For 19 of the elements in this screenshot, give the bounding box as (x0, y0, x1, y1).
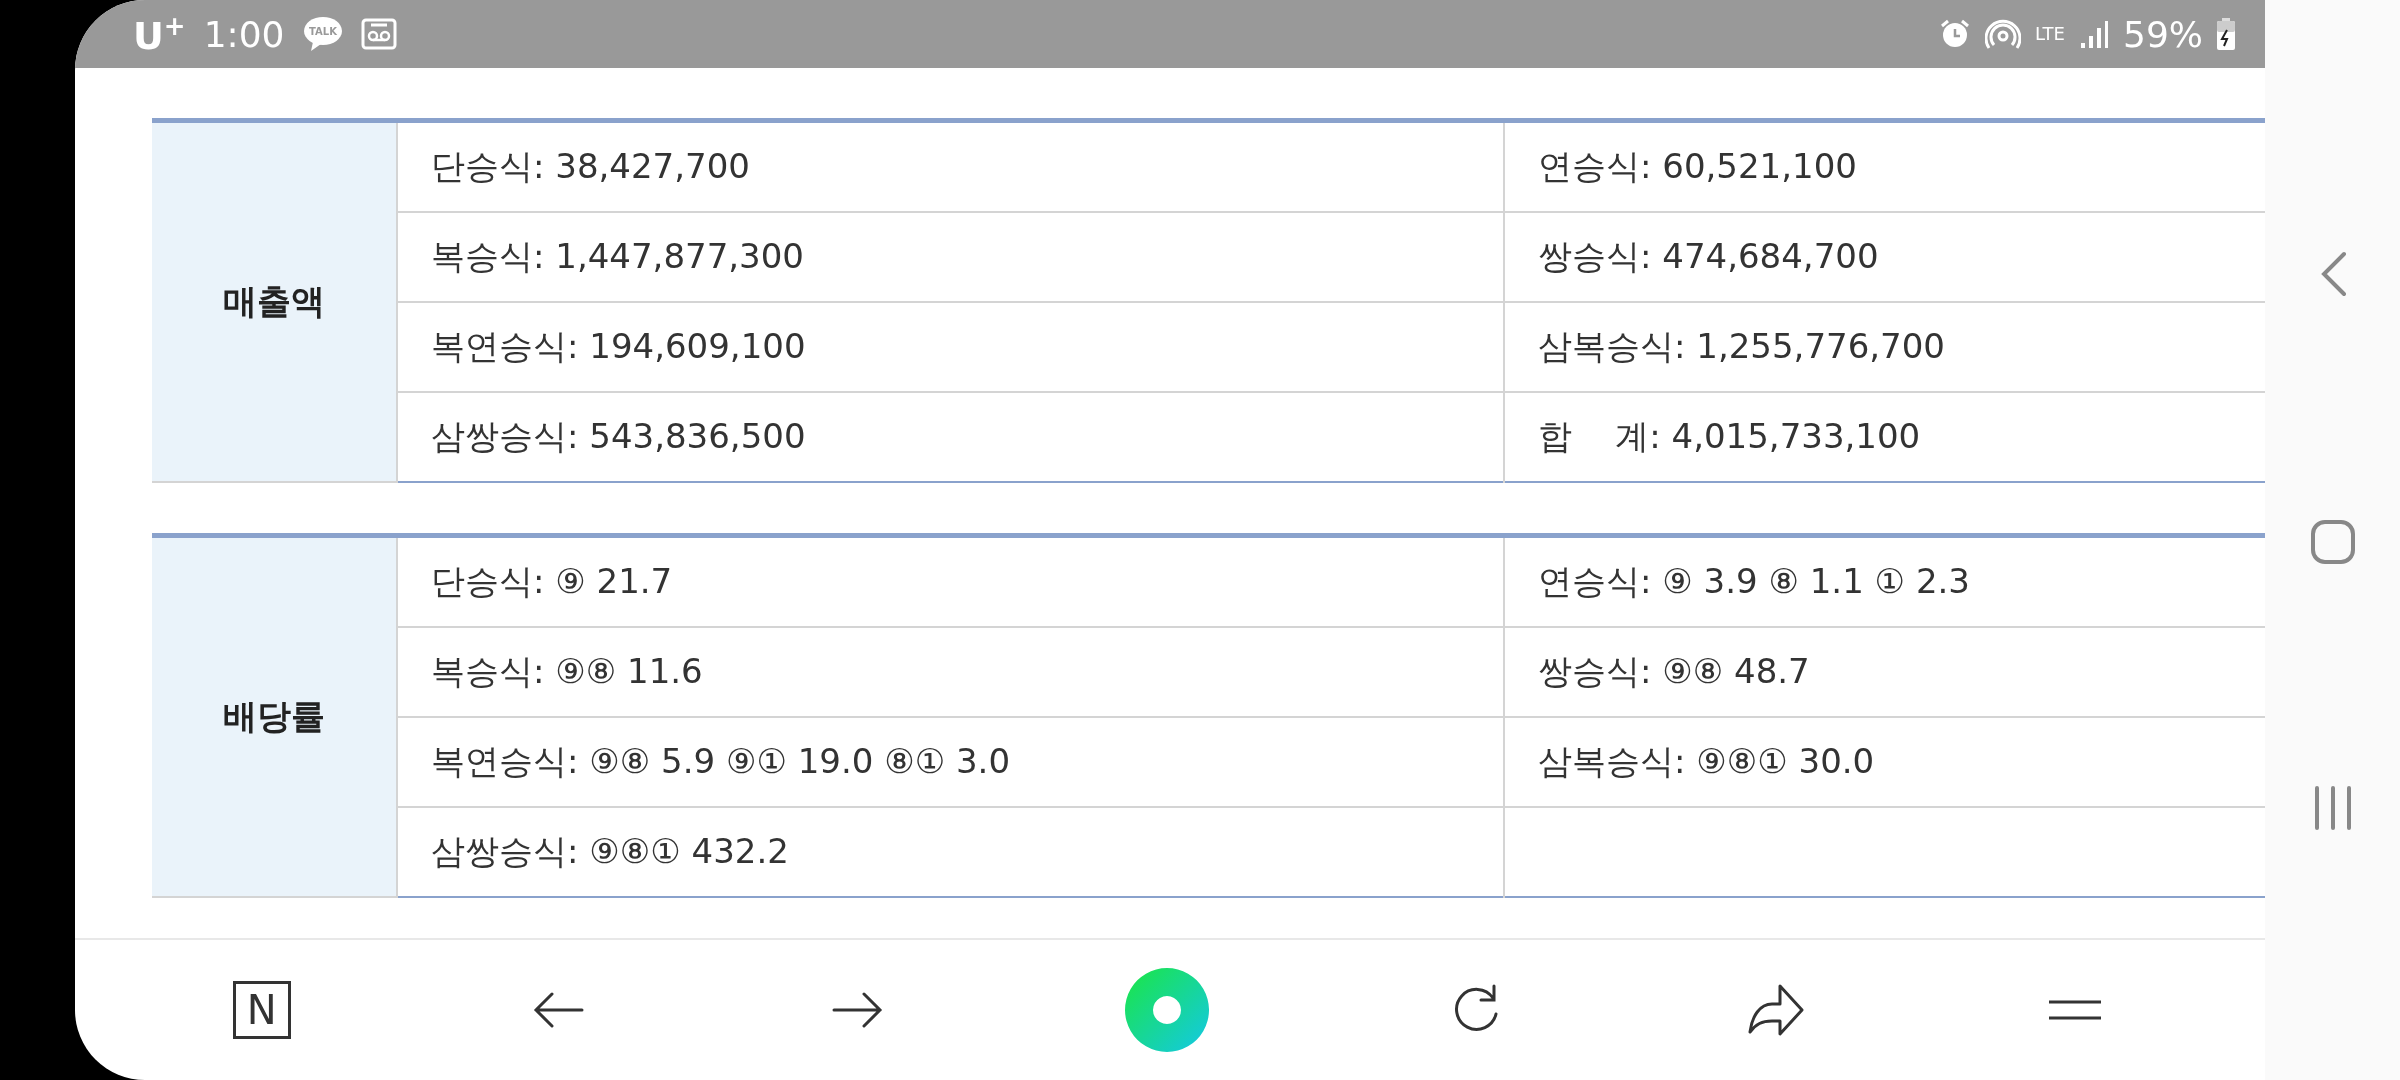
table-cell: 복승식: ⑨⑧ 11.6 (397, 627, 1504, 717)
signal-icon (2079, 19, 2109, 49)
battery-percent: 59% (2123, 13, 2203, 55)
network-type-label: LTE (2035, 25, 2065, 43)
table-cell: 단승식: 38,427,700 (397, 120, 1504, 212)
row-header-cell: 매출액 (152, 120, 397, 482)
clock-time: 1:00 (203, 13, 285, 55)
carrier-label: U$^{+}$ (133, 10, 186, 58)
home-button-icon[interactable] (2309, 519, 2356, 565)
table-cell: 복연승식: ⑨⑧ 5.9 ⑨① 19.0 ⑧① 3.0 (397, 717, 1504, 807)
battery-charging-icon (2217, 18, 2235, 50)
hotspot-icon (1985, 18, 2022, 50)
table-cell: 단승식: ⑨ 21.7 (397, 535, 1504, 627)
table-cell: 복승식: 1,447,877,300 (397, 212, 1504, 302)
voicemail-icon (360, 18, 397, 50)
table-cell: 복연승식: 194,609,100 (397, 302, 1504, 392)
alarm-icon (1939, 18, 1972, 50)
home-n-button[interactable]: N (232, 981, 291, 1039)
row-header-cell: 배당률 (152, 535, 397, 897)
